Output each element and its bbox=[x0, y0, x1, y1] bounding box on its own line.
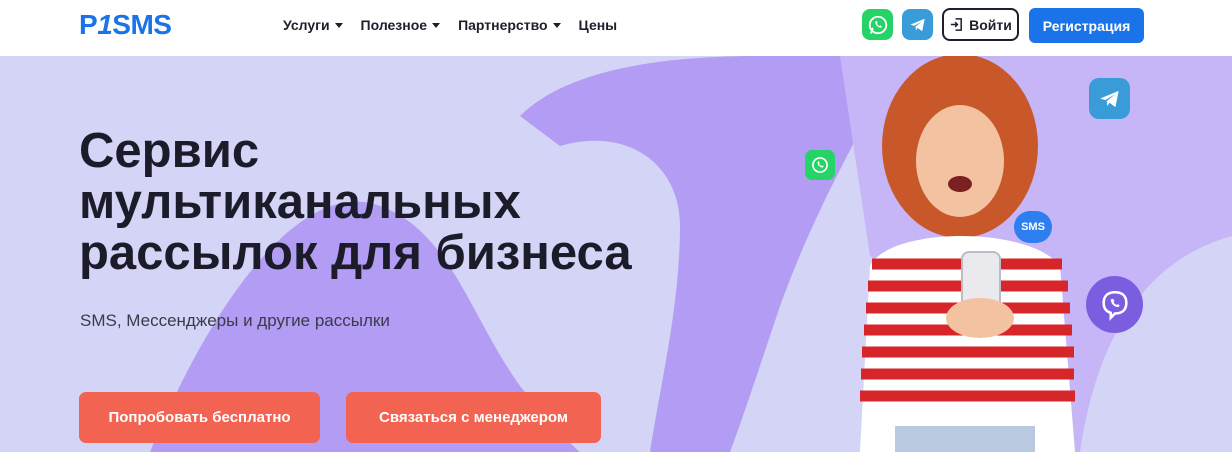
hero-subtitle: SMS, Мессенджеры и другие рассылки bbox=[80, 311, 390, 330]
nav-item-partnership[interactable]: Партнерство bbox=[458, 17, 561, 33]
nav-item-services[interactable]: Услуги bbox=[283, 17, 343, 33]
hero-title: Сервис мультиканальных рассылок для бизн… bbox=[79, 124, 632, 280]
telegram-icon bbox=[1099, 90, 1119, 107]
telegram-icon bbox=[910, 18, 925, 31]
telegram-button[interactable] bbox=[902, 9, 933, 40]
login-icon bbox=[951, 18, 963, 31]
nav-item-useful[interactable]: Полезное bbox=[361, 17, 441, 33]
site-header: P1SMS Услуги Полезное Партнерство Цены В… bbox=[0, 0, 1232, 56]
whatsapp-icon bbox=[868, 15, 887, 34]
logo[interactable]: P1SMS bbox=[79, 9, 172, 41]
whatsapp-button[interactable] bbox=[862, 9, 893, 40]
woman-with-phone-illustration bbox=[860, 56, 1075, 452]
main-nav: Услуги Полезное Партнерство Цены bbox=[283, 17, 617, 33]
viber-float-icon bbox=[1086, 276, 1143, 333]
whatsapp-float-icon bbox=[805, 150, 835, 180]
contact-manager-button[interactable]: Связаться с менеджером bbox=[346, 392, 601, 443]
caret-down-icon bbox=[432, 22, 441, 28]
sms-bubble-icon: SMS bbox=[1014, 211, 1052, 243]
telegram-float-icon bbox=[1089, 78, 1130, 119]
nav-item-prices[interactable]: Цены bbox=[579, 17, 618, 33]
hero-section: Сервис мультиканальных рассылок для бизн… bbox=[0, 56, 1232, 452]
viber-icon bbox=[1101, 290, 1128, 321]
login-button[interactable]: Войти bbox=[942, 8, 1019, 41]
try-free-button[interactable]: Попробовать бесплатно bbox=[79, 392, 320, 443]
caret-down-icon bbox=[552, 22, 561, 28]
whatsapp-icon bbox=[812, 157, 828, 173]
caret-down-icon bbox=[334, 22, 343, 28]
register-button[interactable]: Регистрация bbox=[1029, 8, 1144, 43]
